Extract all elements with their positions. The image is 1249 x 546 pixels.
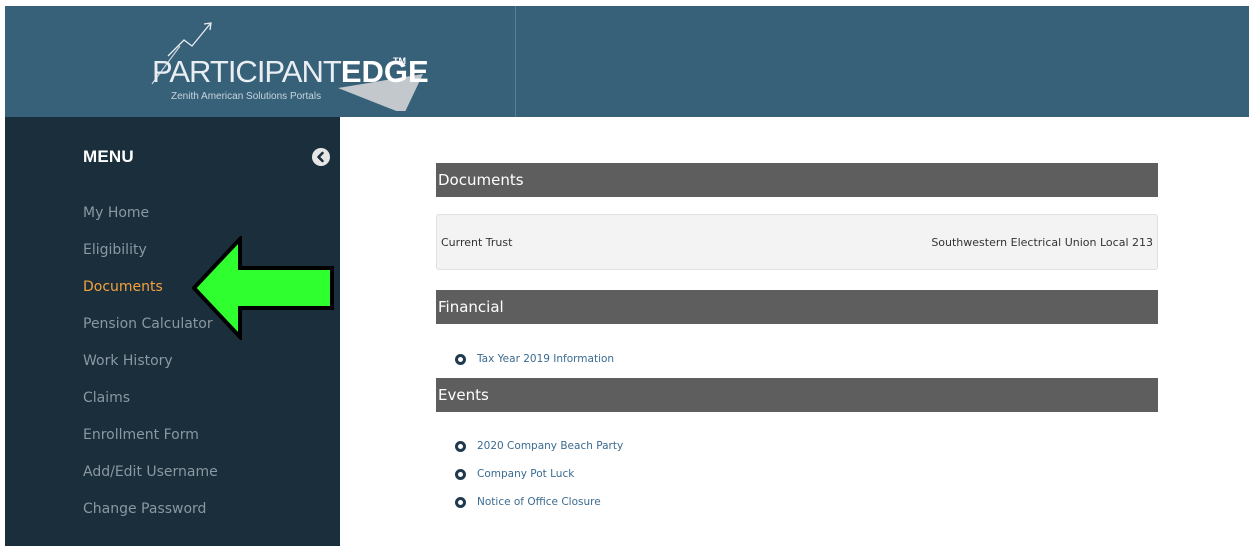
logo-trademark: TM (393, 56, 406, 66)
financial-link[interactable]: Tax Year 2019 Information (455, 351, 614, 367)
circle-bullet-icon (455, 468, 466, 480)
financial-link-text[interactable]: Tax Year 2019 Information (477, 353, 614, 365)
chevron-circle-left-icon (317, 151, 324, 163)
current-trust-value: Southwestern Electrical Union Local 213 (931, 236, 1153, 249)
header: PARTICIPANTEDGE TM Zenith American Solut… (5, 6, 1249, 117)
sidebar-item-claims[interactable]: Claims (83, 388, 218, 425)
documents-section-header: Documents (436, 163, 1158, 197)
event-link[interactable]: Company Pot Luck (455, 466, 574, 482)
menu-collapse-button[interactable] (312, 148, 330, 166)
logo-wordmark: PARTICIPANTEDGE (152, 56, 429, 88)
event-link[interactable]: 2020 Company Beach Party (455, 438, 623, 454)
circle-bullet-icon (455, 496, 466, 508)
sidebar-item-enrollment-form[interactable]: Enrollment Form (83, 425, 218, 462)
current-trust-panel: Current Trust Southwestern Electrical Un… (436, 214, 1158, 270)
circle-bullet-icon (455, 353, 466, 365)
current-trust-label: Current Trust (441, 236, 513, 249)
event-link[interactable]: Notice of Office Closure (455, 494, 601, 510)
sidebar-item-my-home[interactable]: My Home (83, 203, 218, 240)
menu-title: MENU (83, 147, 134, 166)
event-link-text[interactable]: Company Pot Luck (477, 468, 574, 480)
event-link-text[interactable]: 2020 Company Beach Party (477, 440, 623, 452)
logo-text-bold: EDGE (340, 54, 429, 89)
participantedge-logo[interactable]: PARTICIPANTEDGE TM Zenith American Solut… (140, 16, 430, 111)
circle-bullet-icon (455, 440, 466, 452)
logo-subtitle: Zenith American Solutions Portals (171, 91, 322, 102)
sidebar-item-add-edit-username[interactable]: Add/Edit Username (83, 462, 218, 499)
event-link-text[interactable]: Notice of Office Closure (477, 496, 601, 508)
sidebar-item-work-history[interactable]: Work History (83, 351, 218, 388)
green-arrow-icon (192, 236, 334, 340)
financial-section-header: Financial (436, 290, 1158, 324)
events-section-header: Events (436, 378, 1158, 412)
logo-text-light: PARTICIPANT (152, 54, 342, 89)
sidebar-item-change-password[interactable]: Change Password (83, 499, 218, 536)
header-divider (515, 6, 516, 117)
